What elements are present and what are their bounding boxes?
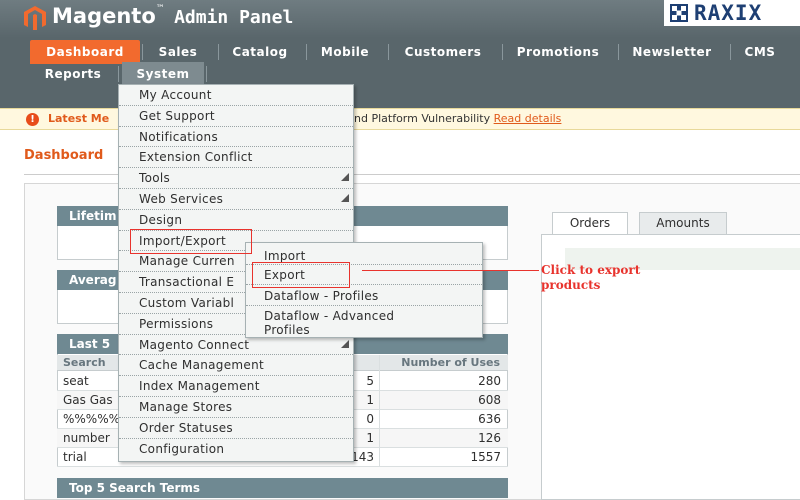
menu-item-notifications[interactable]: Notifications xyxy=(119,127,353,148)
results-count: 143 xyxy=(351,450,374,464)
menu-item-extension-conflict[interactable]: Extension Conflict xyxy=(119,147,353,169)
menu-item-index-management[interactable]: Index Management xyxy=(119,376,353,397)
nav-divider xyxy=(502,44,503,60)
tab-amounts[interactable]: Amounts xyxy=(639,212,727,234)
import-export-submenu: Import Export Dataflow - Profiles Datafl… xyxy=(245,242,483,338)
uses-count: 636 xyxy=(478,412,501,426)
page-title: Dashboard xyxy=(24,148,104,163)
app-title: Magento™ Admin Panel xyxy=(52,4,294,28)
menu-item-my-account[interactable]: My Account xyxy=(119,85,353,106)
magento-logo-icon xyxy=(24,6,46,30)
nav-dashboard[interactable]: Dashboard xyxy=(30,40,140,64)
menu-item-order-statuses[interactable]: Order Statuses xyxy=(119,418,353,439)
nav-divider xyxy=(118,66,119,82)
nav-mobile[interactable]: Mobile xyxy=(310,40,380,64)
nav-divider xyxy=(388,44,389,60)
search-term: number xyxy=(63,431,110,445)
uses-count: 126 xyxy=(478,431,501,445)
results-count: 0 xyxy=(366,412,374,426)
tab-orders[interactable]: Orders xyxy=(552,212,628,235)
admin-header: Magento™ Admin Panel RAXIX xyxy=(0,0,800,38)
nav-cms[interactable]: CMS xyxy=(734,40,786,64)
search-term: trial xyxy=(63,450,87,464)
results-count: 1 xyxy=(366,393,374,407)
alert-icon: ! xyxy=(26,113,39,126)
notice-message: nd Platform Vulnerability Read details xyxy=(354,112,562,125)
nav-divider xyxy=(730,44,731,60)
raxix-logo-icon xyxy=(670,4,688,22)
submenu-arrow-icon xyxy=(341,194,349,202)
notice-title: Latest Me xyxy=(48,112,110,125)
uses-count: 608 xyxy=(478,393,501,407)
submenu-item-dataflow-profiles[interactable]: Dataflow - Profiles xyxy=(246,289,482,306)
column-search[interactable]: Search xyxy=(63,356,106,369)
menu-item-web-services[interactable]: Web Services xyxy=(119,189,353,210)
menu-item-tools[interactable]: Tools xyxy=(119,168,353,189)
column-number-of-uses[interactable]: Number of Uses xyxy=(401,356,500,369)
read-details-link[interactable]: Read details xyxy=(494,112,562,125)
nav-reports[interactable]: Reports xyxy=(38,62,108,86)
callout-text: Click to export products xyxy=(541,263,641,292)
menu-item-manage-stores[interactable]: Manage Stores xyxy=(119,397,353,418)
nav-sales[interactable]: Sales xyxy=(146,40,210,64)
nav-promotions[interactable]: Promotions xyxy=(506,40,610,64)
submenu-item-dataflow-advanced-profiles[interactable]: Dataflow - Advanced Profiles xyxy=(246,309,426,337)
highlight-export xyxy=(252,262,350,288)
search-term: Gas Gas xyxy=(63,393,113,407)
menu-item-cache-management[interactable]: Cache Management xyxy=(119,355,353,377)
nav-divider xyxy=(206,66,207,82)
top5-search-terms-header: Top 5 Search Terms xyxy=(57,478,508,498)
search-term: %%%%% xyxy=(63,412,121,426)
callout-connector xyxy=(362,270,539,271)
highlight-import-export xyxy=(130,229,252,254)
uses-count: 280 xyxy=(478,374,501,388)
menu-item-configuration[interactable]: Configuration xyxy=(119,439,353,460)
nav-divider xyxy=(306,44,307,60)
partner-logo: RAXIX xyxy=(664,0,800,26)
nav-system[interactable]: System xyxy=(122,62,204,86)
submenu-arrow-icon xyxy=(341,339,349,348)
nav-newsletter[interactable]: Newsletter xyxy=(622,40,722,64)
column-divider xyxy=(379,355,380,467)
uses-count: 1557 xyxy=(470,450,501,464)
results-count: 1 xyxy=(366,431,374,445)
search-term: seat xyxy=(63,374,89,388)
nav-divider xyxy=(618,44,619,60)
nav-divider xyxy=(142,44,143,60)
results-count: 5 xyxy=(366,374,374,388)
nav-customers[interactable]: Customers xyxy=(392,40,494,64)
submenu-arrow-icon xyxy=(341,173,349,182)
menu-item-design[interactable]: Design xyxy=(119,210,353,231)
menu-item-get-support[interactable]: Get Support xyxy=(119,106,353,127)
nav-catalog[interactable]: Catalog xyxy=(222,40,298,64)
nav-divider xyxy=(218,44,219,60)
